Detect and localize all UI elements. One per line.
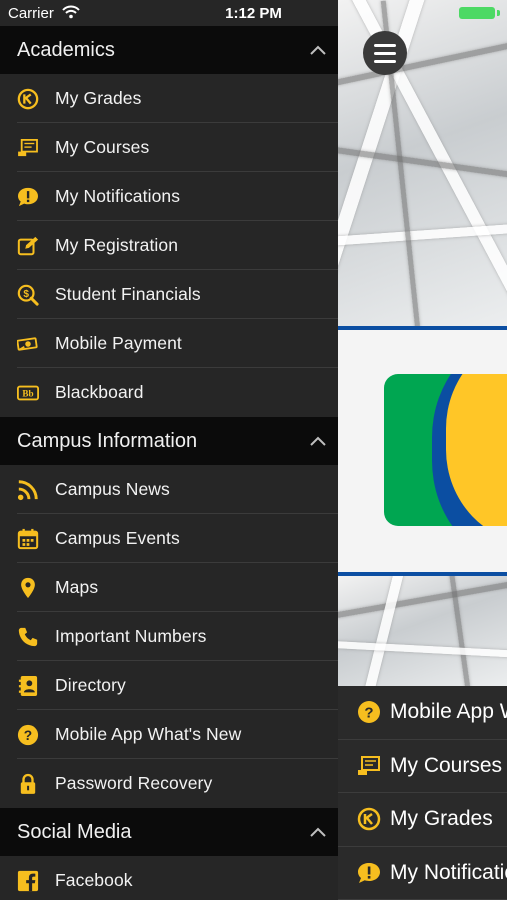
courses-icon [356,753,382,779]
menu-item-label: Campus Events [55,528,180,548]
rss-icon [17,479,39,501]
menu-item-label: Student Financials [55,284,201,304]
question-icon: ? [17,724,39,746]
svg-text:?: ? [364,705,373,722]
svg-text:?: ? [24,728,32,743]
menu-item-my-registration[interactable]: My Registration [0,221,338,270]
menu-item-directory[interactable]: Directory [0,661,338,710]
menu-item-important-numbers[interactable]: Important Numbers [0,612,338,661]
financials-icon: $ [17,284,39,306]
menu-item-label: Important Numbers [55,626,207,646]
quick-link-my-grades[interactable]: My Grades [338,793,507,847]
menu-item-password-recovery[interactable]: Password Recovery [0,759,338,808]
menu-item-campus-news[interactable]: Campus News [0,465,338,514]
main-content: ? Mobile App What's New My Courses My Gr… [338,0,507,900]
quick-links-list: ? Mobile App What's New My Courses My Gr… [338,686,507,900]
menu-item-label: Campus News [55,479,170,499]
chevron-up-icon[interactable] [310,436,326,446]
menu-item-whats-new[interactable]: ? Mobile App What's New [0,710,338,759]
logo-band [338,330,507,572]
campus-photo-bottom [338,576,507,686]
notifications-icon [17,186,39,208]
section-title: Social Media [17,820,132,843]
notifications-icon [356,860,382,886]
menu-item-label: Facebook [55,870,133,890]
directory-icon [17,675,39,697]
grades-icon [17,88,39,110]
chevron-up-icon[interactable] [310,827,326,837]
menu-item-label: Password Recovery [55,773,213,793]
menu-item-label: My Registration [55,235,179,255]
svg-text:$: $ [23,288,29,299]
navigation-drawer: Academics My Grades My Courses My Notifi… [0,0,338,900]
quick-link-label: My Grades [390,807,493,831]
university-logo [384,374,507,526]
battery-icon [459,7,495,19]
chevron-up-icon[interactable] [310,45,326,55]
menu-item-label: Maps [55,577,99,597]
phone-icon [17,626,39,648]
quick-link-my-notifications[interactable]: My Notifications [338,846,507,900]
clock: 1:12 PM [225,5,282,22]
menu-item-maps[interactable]: Maps [0,563,338,612]
section-header-campus-information[interactable]: Campus Information [0,417,338,465]
quick-link-label: Mobile App What's New [390,700,507,724]
menu-item-label: Mobile App What's New [55,724,242,744]
registration-icon [17,235,39,257]
menu-item-label: My Grades [55,88,142,108]
menu-item-label: My Courses [55,137,150,157]
lock-icon [17,773,39,795]
quick-link-label: My Courses [390,753,503,777]
menu-item-facebook[interactable]: Facebook [0,856,338,900]
svg-text:Bb: Bb [22,388,33,398]
menu-item-student-financials[interactable]: $ Student Financials [0,270,338,319]
calendar-icon [17,528,39,550]
section-header-social-media[interactable]: Social Media [0,808,338,856]
payment-icon [17,333,39,355]
menu-item-label: My Notifications [55,186,181,206]
quick-link-my-courses[interactable]: My Courses [338,739,507,793]
quick-link-label: My Notifications [390,860,507,884]
menu-item-my-grades[interactable]: My Grades [0,74,338,123]
map-pin-icon [17,577,39,599]
menu-item-label: Mobile Payment [55,333,182,353]
section-header-academics[interactable]: Academics [0,26,338,74]
facebook-icon [17,870,39,892]
courses-icon [17,137,39,159]
menu-item-my-notifications[interactable]: My Notifications [0,172,338,221]
section-title: Campus Information [17,429,198,452]
menu-item-label: Blackboard [55,382,144,402]
menu-item-mobile-payment[interactable]: Mobile Payment [0,319,338,368]
menu-item-my-courses[interactable]: My Courses [0,123,338,172]
section-title: Academics [17,38,115,61]
hamburger-menu-button[interactable] [363,31,407,75]
grades-icon [356,806,382,832]
menu-item-label: Directory [55,675,126,695]
quick-link-whats-new[interactable]: ? Mobile App What's New [338,686,507,740]
menu-item-campus-events[interactable]: Campus Events [0,514,338,563]
question-icon: ? [356,699,382,725]
blackboard-icon: Bb [17,382,39,404]
menu-item-blackboard[interactable]: Bb Blackboard [0,368,338,417]
